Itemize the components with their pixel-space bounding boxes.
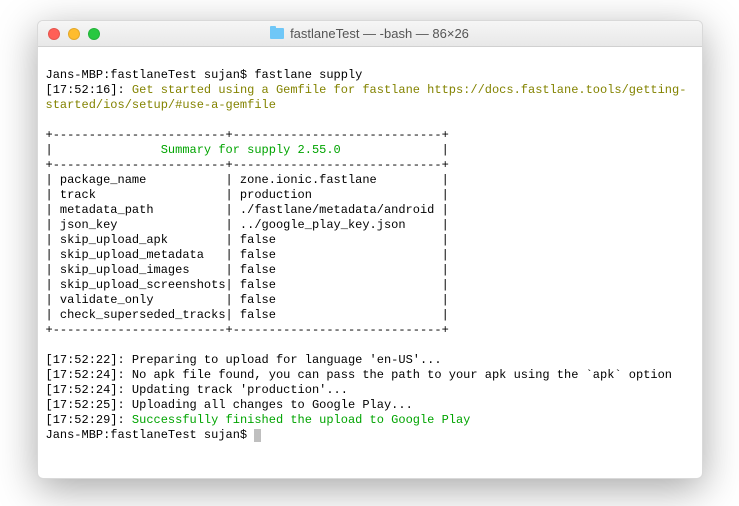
table-body: | package_name | zone.ionic.fastlane || …: [46, 173, 694, 323]
table-row: | skip_upload_screenshots| false |: [46, 278, 694, 293]
window-title: fastlaneTest — -bash — 86×26: [38, 26, 702, 41]
command-text: fastlane supply: [254, 68, 362, 82]
zoom-icon[interactable]: [88, 28, 100, 40]
log-line: [17:52:29]: Successfully finished the up…: [46, 413, 694, 428]
table-border: +------------------------+--------------…: [46, 158, 449, 172]
timestamp: [17:52:22]:: [46, 353, 132, 367]
table-row: | skip_upload_images | false |: [46, 263, 694, 278]
table-row: | track | production |: [46, 188, 694, 203]
table-row: | metadata_path | ./fastlane/metadata/an…: [46, 203, 694, 218]
close-icon[interactable]: [48, 28, 60, 40]
minimize-icon[interactable]: [68, 28, 80, 40]
log-body: [17:52:22]: Preparing to upload for lang…: [46, 353, 694, 428]
table-row: | json_key | ../google_play_key.json |: [46, 218, 694, 233]
log-message: Successfully finished the upload to Goog…: [132, 413, 470, 427]
table-header: | Summary for supply 2.55.0 |: [46, 143, 449, 157]
log-line: [17:52:24]: Updating track 'production'.…: [46, 383, 694, 398]
prompt: Jans-MBP:fastlaneTest sujan$: [46, 428, 255, 442]
table-row: | skip_upload_apk | false |: [46, 233, 694, 248]
table-row: | package_name | zone.ionic.fastlane |: [46, 173, 694, 188]
timestamp: [17:52:25]:: [46, 398, 132, 412]
log-message: Updating track 'production'...: [132, 383, 348, 397]
traffic-lights: [48, 28, 100, 40]
table-border: +------------------------+--------------…: [46, 128, 449, 142]
terminal-content[interactable]: Jans-MBP:fastlaneTest sujan$ fastlane su…: [38, 47, 702, 478]
title-text: fastlaneTest — -bash — 86×26: [290, 26, 469, 41]
prompt: Jans-MBP:fastlaneTest sujan$: [46, 68, 255, 82]
cursor: [254, 429, 261, 442]
gemfile-hint: Get started using a Gemfile for fastlane…: [46, 83, 687, 112]
titlebar[interactable]: fastlaneTest — -bash — 86×26: [38, 21, 702, 47]
folder-icon: [270, 28, 284, 39]
table-border: +------------------------+--------------…: [46, 323, 449, 337]
log-line: [17:52:22]: Preparing to upload for lang…: [46, 353, 694, 368]
log-message: Preparing to upload for language 'en-US'…: [132, 353, 442, 367]
log-line: [17:52:25]: Uploading all changes to Goo…: [46, 398, 694, 413]
timestamp: [17:52:24]:: [46, 368, 132, 382]
table-row: | skip_upload_metadata | false |: [46, 248, 694, 263]
timestamp: [17:52:16]:: [46, 83, 132, 97]
table-row: | check_superseded_tracks| false |: [46, 308, 694, 323]
table-row: | validate_only | false |: [46, 293, 694, 308]
log-message: Uploading all changes to Google Play...: [132, 398, 413, 412]
log-line: [17:52:24]: No apk file found, you can p…: [46, 368, 694, 383]
log-message: No apk file found, you can pass the path…: [132, 368, 672, 382]
timestamp: [17:52:24]:: [46, 383, 132, 397]
timestamp: [17:52:29]:: [46, 413, 132, 427]
terminal-window: fastlaneTest — -bash — 86×26 Jans-MBP:fa…: [37, 20, 703, 479]
